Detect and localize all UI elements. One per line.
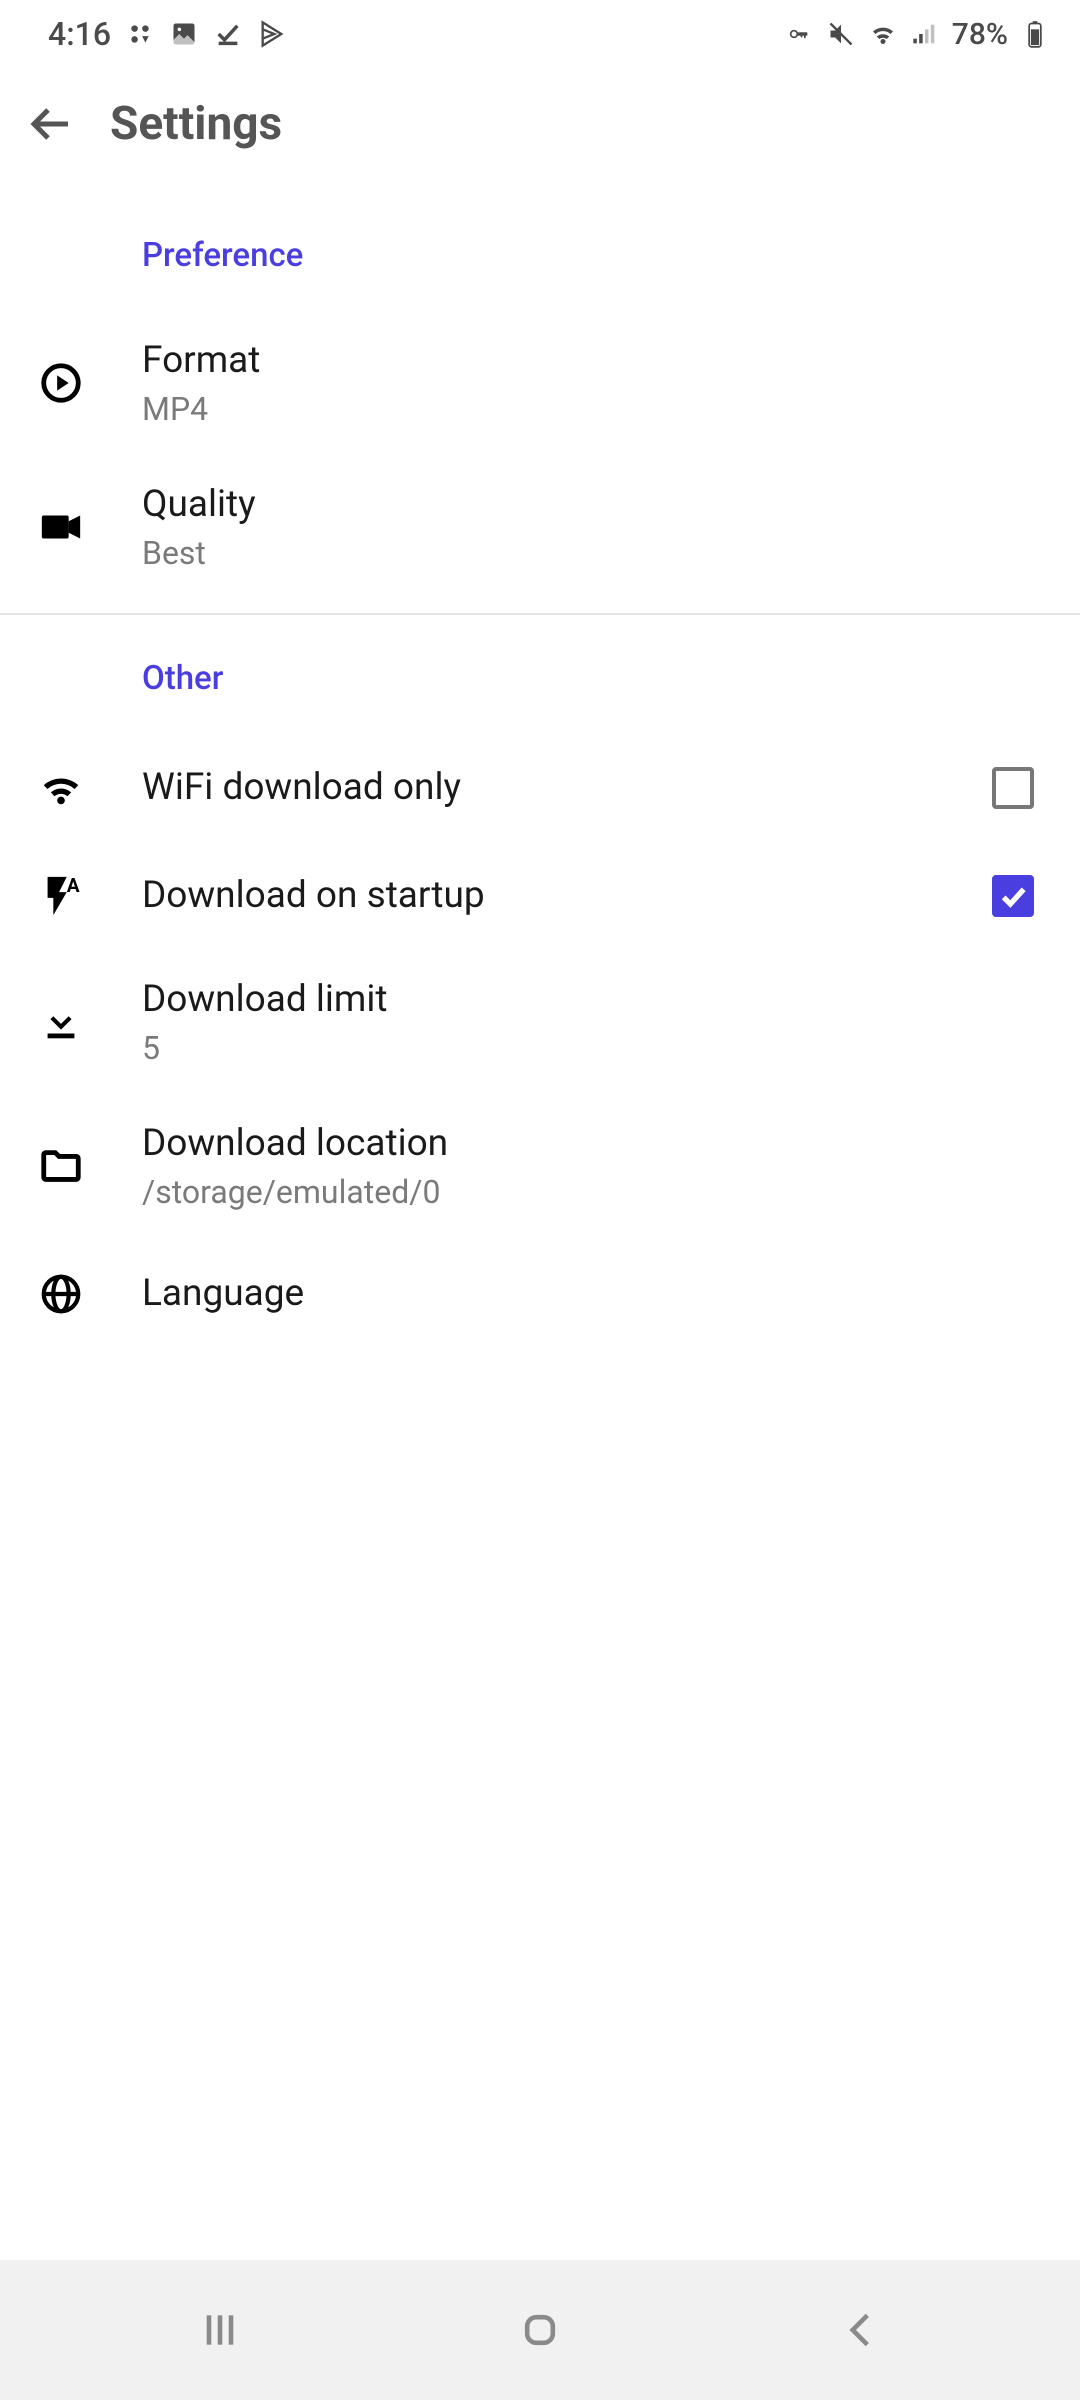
setting-download-location[interactable]: Download location /storage/emulated/0 [0, 1094, 1080, 1238]
status-battery-icon [1020, 19, 1050, 49]
status-wifi-icon [868, 19, 898, 49]
globe-icon [38, 1271, 84, 1317]
status-dots-icon [125, 19, 155, 49]
status-signal-icon [910, 19, 940, 49]
setting-download-limit-value: 5 [142, 1029, 1034, 1067]
folder-icon [38, 1143, 84, 1189]
setting-format-title: Format [142, 338, 1034, 384]
status-play-icon [257, 19, 287, 49]
video-camera-icon [38, 504, 84, 550]
nav-back-button[interactable] [800, 2300, 920, 2360]
setting-format[interactable]: Format MP4 [0, 311, 1080, 455]
status-left: 4:16 [48, 15, 287, 53]
setting-quality[interactable]: Quality Best [0, 455, 1080, 599]
setting-format-value: MP4 [142, 390, 1034, 428]
setting-download-limit-title: Download limit [142, 977, 1034, 1023]
status-right: 78% [784, 17, 1050, 52]
section-header-preference: Preference [0, 236, 1080, 275]
status-image-icon [169, 19, 199, 49]
flash-auto-icon: A [38, 873, 84, 919]
nav-recents-button[interactable] [160, 2300, 280, 2360]
wifi-icon [38, 765, 84, 811]
setting-download-location-title: Download location [142, 1121, 1034, 1167]
setting-wifi-only-title: WiFi download only [142, 765, 992, 811]
status-mute-icon [826, 19, 856, 49]
status-battery-text: 78% [952, 17, 1008, 52]
status-time: 4:16 [48, 15, 111, 53]
app-bar: Settings [0, 68, 1080, 180]
status-check-icon [213, 19, 243, 49]
setting-quality-title: Quality [142, 482, 1034, 528]
setting-language[interactable]: Language [0, 1238, 1080, 1350]
status-vpn-icon [784, 19, 814, 49]
setting-startup-title: Download on startup [142, 873, 992, 919]
status-bar: 4:16 78% [0, 0, 1080, 68]
setting-wifi-only[interactable]: WiFi download only [0, 734, 1080, 842]
back-button[interactable] [26, 100, 74, 148]
setting-language-title: Language [142, 1271, 1034, 1317]
recents-icon [198, 2308, 242, 2352]
svg-text:A: A [67, 874, 80, 897]
wifi-only-checkbox[interactable] [992, 767, 1034, 809]
section-header-other: Other [0, 659, 1080, 698]
setting-startup[interactable]: A Download on startup [0, 842, 1080, 950]
back-chevron-icon [838, 2308, 882, 2352]
system-nav-bar [0, 2260, 1080, 2400]
settings-content: Preference Format MP4 Quality Best Other… [0, 180, 1080, 1350]
section-divider [0, 613, 1080, 615]
setting-quality-value: Best [142, 534, 1034, 572]
play-circle-icon [38, 360, 84, 406]
setting-download-limit[interactable]: Download limit 5 [0, 950, 1080, 1094]
setting-download-location-value: /storage/emulated/0 [142, 1173, 1034, 1211]
page-title: Settings [110, 97, 282, 151]
startup-checkbox[interactable] [992, 875, 1034, 917]
download-icon [38, 999, 84, 1045]
nav-home-button[interactable] [480, 2300, 600, 2360]
arrow-left-icon [26, 100, 74, 148]
check-icon [997, 880, 1029, 912]
home-icon [518, 2308, 562, 2352]
